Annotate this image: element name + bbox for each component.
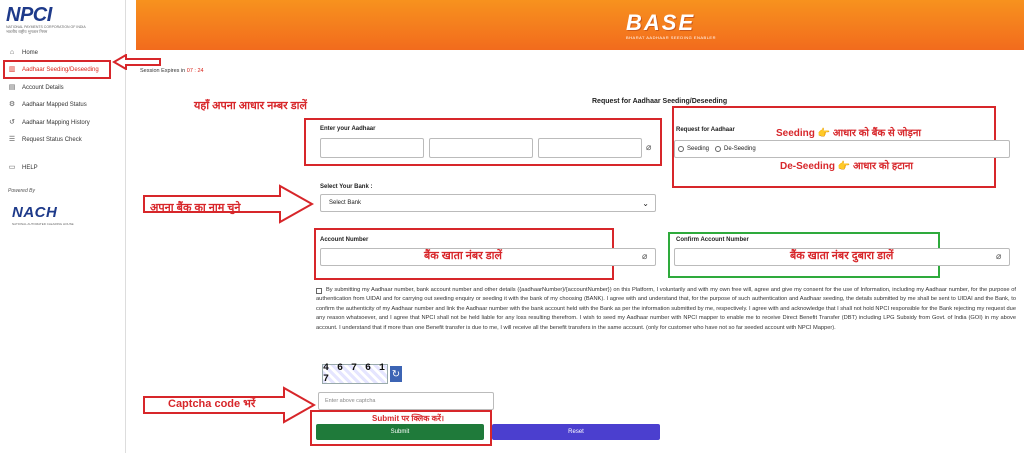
sidebar-item-label: Aadhaar Mapped Status xyxy=(22,102,87,109)
account-number-label: Account Number xyxy=(320,237,369,243)
history-icon: ↺ xyxy=(9,118,15,126)
session-timer: Session Expires in 07 : 24 xyxy=(140,68,204,74)
sidebar-item-label: Request Status Check xyxy=(22,137,82,144)
confirm-account-number-label: Confirm Account Number xyxy=(676,237,749,243)
file-icon: ▤ xyxy=(8,83,16,91)
sidebar-item-help[interactable]: ▭ HELP xyxy=(0,159,126,177)
doc-icon: ▭ xyxy=(8,163,16,171)
eye-slash-icon[interactable]: ⌀ xyxy=(642,251,647,262)
eye-slash-icon[interactable]: ⌀ xyxy=(646,142,651,153)
base-logo: BASE BHARAT AADHAAR SEEDING ENABLER xyxy=(626,10,716,40)
annotation-sidebar-highlight xyxy=(3,60,111,79)
base-logo-tagline: BHARAT AADHAAR SEEDING ENABLER xyxy=(626,35,716,40)
nach-logo: NACH xyxy=(12,204,58,221)
aadhaar-input-part3[interactable] xyxy=(538,138,642,158)
refresh-icon[interactable]: ↻ xyxy=(390,366,402,382)
gear-icon: ⚙ xyxy=(8,101,16,109)
consent-text: By submitting my Aadhaar number, bank ac… xyxy=(316,287,1016,331)
radio-deseeding-label: De-Seeding xyxy=(724,146,756,152)
reset-button[interactable]: Reset xyxy=(492,424,660,440)
npci-logo: NPCI NATIONAL PAYMENTS CORPORATION OF IN… xyxy=(6,4,116,36)
radio-seeding-label: Seeding xyxy=(687,146,710,152)
request-label: Request for Aadhaar xyxy=(676,127,735,133)
list-icon: ☰ xyxy=(8,136,16,144)
sidebar: NPCI NATIONAL PAYMENTS CORPORATION OF IN… xyxy=(0,0,126,453)
annotation-confirm-account-hint: बैंक खाता नंबर दुबारा डालें xyxy=(790,250,894,262)
bank-select[interactable]: Select Bank ⌄ xyxy=(320,194,656,212)
bank-label: Select Your Bank : xyxy=(320,184,373,190)
sidebar-item-label: Home xyxy=(22,49,39,56)
nach-logo-subtitle: NATIONAL AUTOMATED CLEARING HOUSE xyxy=(12,222,74,226)
radio-deseeding[interactable] xyxy=(715,146,722,152)
aadhaar-input-part2[interactable] xyxy=(429,138,533,158)
annotation-arrow-bank xyxy=(143,184,314,224)
session-label: Session Expires in xyxy=(140,68,186,74)
sidebar-item-label: Account Details xyxy=(22,84,64,91)
powered-by-label: Powered By xyxy=(8,188,35,194)
sidebar-item-label: HELP xyxy=(22,164,38,171)
aadhaar-input-part1[interactable] xyxy=(320,138,424,158)
annotation-aadhaar-hint: यहाँ अपना आधार नम्बर डालें xyxy=(194,100,307,112)
page-title: Request for Aadhaar Seeding/Deseeding xyxy=(592,98,728,105)
sidebar-item-request-status[interactable]: ☰ Request Status Check xyxy=(0,132,126,150)
captcha-image: 4 6 7 6 1 7 xyxy=(322,363,388,385)
aadhaar-label: Enter your Aadhaar xyxy=(320,126,376,132)
request-type-radios: Seeding De-Seeding xyxy=(678,146,756,152)
sidebar-item-mapped-status[interactable]: ⚙ Aadhaar Mapped Status xyxy=(0,97,126,115)
annotation-submit-hint: Submit पर क्लिक करें। xyxy=(372,414,445,423)
annotation-arrow-captcha xyxy=(143,386,316,424)
chevron-down-icon: ⌄ xyxy=(642,199,649,208)
base-logo-text: BASE xyxy=(626,10,696,35)
sidebar-item-label: Aadhaar Mapping History xyxy=(22,119,90,126)
home-icon: ⌂ xyxy=(9,48,15,56)
sidebar-item-home[interactable]: ⌂ Home xyxy=(0,44,126,62)
annotation-deseeding-hint: De-Seeding 👉 आधार को हटाना xyxy=(780,161,913,172)
captcha-input[interactable]: Enter above captcha xyxy=(318,392,494,410)
npci-logo-hindi: भारतीय राष्ट्रीय भुगतान निगम xyxy=(6,29,48,34)
session-time: 07 : 24 xyxy=(186,68,204,74)
sidebar-item-mapping-history[interactable]: ↺ Aadhaar Mapping History xyxy=(0,114,126,132)
radio-seeding[interactable] xyxy=(678,146,684,152)
page-root: NPCI NATIONAL PAYMENTS CORPORATION OF IN… xyxy=(0,0,1024,453)
sidebar-item-account-details[interactable]: ▤ Account Details xyxy=(0,79,126,97)
header-banner: BASE BHARAT AADHAAR SEEDING ENABLER xyxy=(136,0,1024,50)
annotation-account-hint: बैंक खाता नंबर डालें xyxy=(424,250,502,262)
annotation-seeding-hint: Seeding 👉 आधार को बैंक से जोड़ना xyxy=(776,128,921,139)
eye-slash-icon[interactable]: ⌀ xyxy=(996,251,1001,262)
bank-select-value: Select Bank xyxy=(329,200,362,206)
submit-button[interactable]: Submit xyxy=(316,424,484,440)
npci-logo-text: NPCI xyxy=(6,4,52,26)
